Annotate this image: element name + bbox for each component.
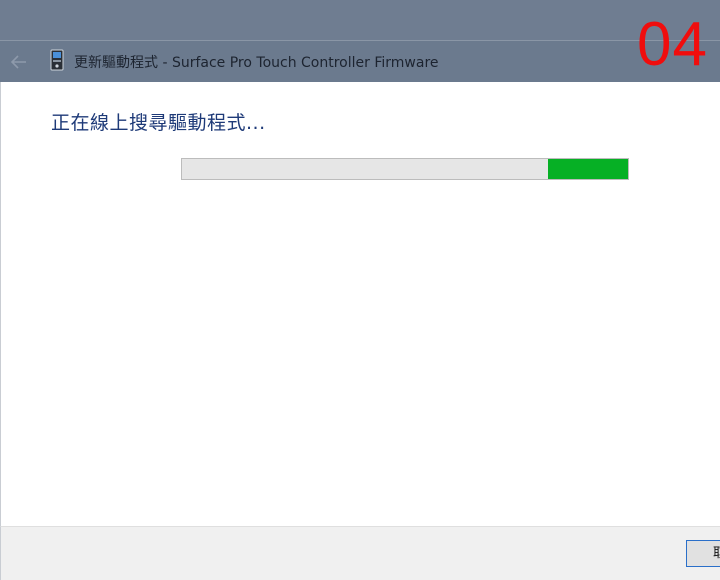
- desktop-band: [0, 0, 720, 40]
- status-heading: 正在線上搜尋驅動程式...: [51, 112, 266, 134]
- footer: 取消: [0, 526, 720, 580]
- progress-bar: [181, 158, 629, 180]
- back-arrow-icon: [11, 55, 26, 69]
- step-number-badge: 04: [637, 10, 708, 79]
- progress-fill: [547, 159, 628, 179]
- wizard-content: 正在線上搜尋驅動程式...: [0, 82, 720, 526]
- window-title: 更新驅動程式 - Surface Pro Touch Controller Fi…: [74, 55, 439, 71]
- cancel-button[interactable]: 取消: [686, 540, 720, 567]
- title-bar: 更新驅動程式 - Surface Pro Touch Controller Fi…: [0, 40, 720, 82]
- device-icon: [50, 49, 64, 71]
- back-button[interactable]: [6, 49, 32, 75]
